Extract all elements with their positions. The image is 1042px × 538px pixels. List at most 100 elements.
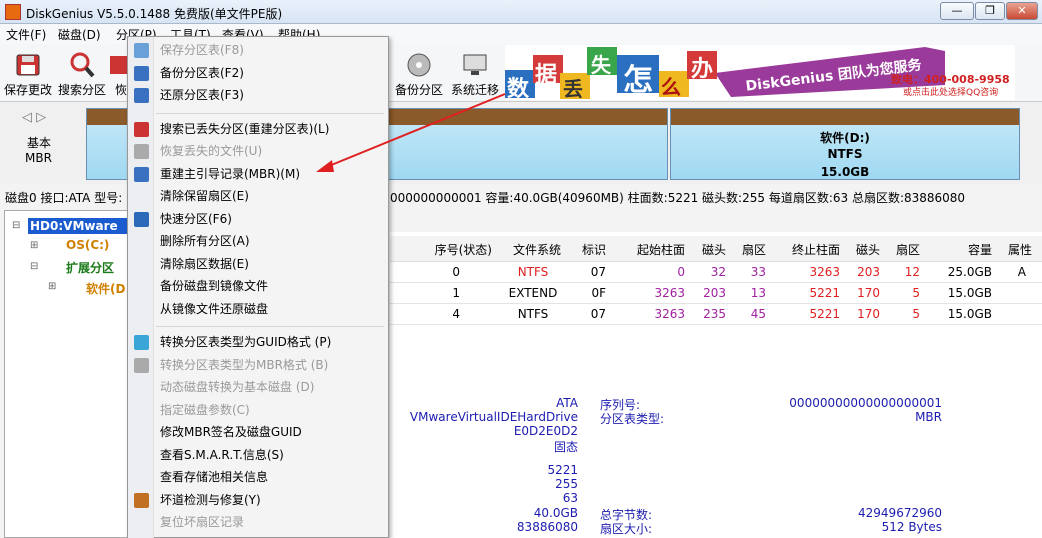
col-header[interactable]: 文件系统 [505, 241, 561, 258]
col-header[interactable]: 扇区 [890, 241, 920, 258]
restore-button[interactable]: ❐ [975, 2, 1005, 20]
search-partition-button[interactable]: 搜索分区 [54, 48, 110, 98]
detail-id: E0D2E0D2 [513, 424, 578, 438]
detail-total-sectors: 83886080 [516, 520, 578, 534]
table-cell: 0 [452, 265, 460, 279]
context-menu-item[interactable]: 快速分区(F6) [160, 210, 232, 227]
context-menu-item[interactable]: 备份分区表(F2) [160, 64, 244, 81]
context-menu-item[interactable]: 坏道检测与修复(Y) [160, 491, 261, 508]
partition-block-software[interactable]: 软件(D:) NTFS 15.0GB [670, 108, 1020, 180]
table-cell: 33 [750, 265, 766, 279]
save-changes-button[interactable]: 保存更改 [0, 48, 56, 98]
col-header[interactable]: 容量 [930, 241, 992, 258]
table-cell: NTFS [517, 265, 549, 279]
menu-item-icon [134, 211, 149, 227]
detail-table-type: MBR [915, 410, 942, 424]
context-menu-item[interactable]: 还原分区表(F3) [160, 86, 244, 103]
col-header[interactable]: 终止柱面 [770, 241, 840, 258]
context-menu-item[interactable]: 重建主引导记录(MBR)(M) [160, 165, 300, 182]
partition-size: 15.0GB [820, 165, 870, 179]
table-cell: 5 [912, 286, 920, 300]
col-header[interactable]: 扇区 [736, 241, 766, 258]
col-header[interactable]: 磁头 [696, 241, 726, 258]
search-icon [70, 52, 95, 78]
context-menu-item[interactable]: 清除保留扇区(E) [160, 187, 249, 204]
toolbar-label: 保存更改 [3, 83, 52, 97]
col-header[interactable]: 序号(状态) [428, 241, 492, 258]
save-icon [16, 54, 40, 76]
tree-expander[interactable]: ⊟ [12, 220, 20, 231]
table-cell: 3263 [809, 265, 840, 279]
detail-total-bytes: 42949672960 [858, 506, 942, 520]
col-header[interactable]: 属性 [1000, 241, 1032, 258]
table-cell: 13 [750, 286, 766, 300]
table-cell: 4 [452, 307, 460, 321]
table-cell: A [1017, 265, 1026, 279]
table-cell: 235 [703, 307, 726, 321]
table-cell: NTFS [517, 307, 549, 321]
banner-char: 数 [507, 77, 530, 102]
table-cell: 5221 [809, 307, 840, 321]
context-menu-item[interactable]: 删除所有分区(A) [160, 232, 250, 249]
detail-interface: ATA [556, 396, 578, 410]
banner-char: 丢 [563, 77, 583, 101]
context-menu-item[interactable]: 搜索已丢失分区(重建分区表)(L) [160, 120, 329, 137]
context-menu-item[interactable]: 转换分区表类型为GUID格式 (P) [160, 333, 331, 350]
annotation-arrow [316, 93, 506, 172]
tree-expander[interactable]: ⊞ [30, 240, 38, 251]
migrate-icon [463, 54, 487, 75]
menu-item-icon [134, 65, 149, 81]
partition-fs: NTFS [827, 147, 863, 161]
toolbar-label: 搜索分区 [57, 83, 106, 97]
banner-char: 么 [661, 75, 681, 99]
context-menu-item[interactable]: 修改MBR签名及磁盘GUID [160, 423, 302, 440]
context-menu-item[interactable]: 清除扇区数据(E) [160, 255, 249, 272]
detail-serial: 00000000000000000001 [789, 396, 942, 410]
close-button[interactable]: ✕ [1006, 2, 1038, 20]
context-menu-item[interactable]: 备份磁盘到镜像文件 [160, 277, 268, 294]
tree-node-hd0[interactable]: HD0:VMware [28, 218, 130, 234]
menu-separator [156, 326, 384, 327]
tree-expander[interactable]: ⊞ [48, 281, 56, 292]
table-cell: 5 [912, 307, 920, 321]
banner-char: 办 [691, 57, 714, 82]
menu-disk[interactable]: 磁盘(D) [58, 26, 101, 43]
col-header[interactable]: 磁头 [850, 241, 880, 258]
minimize-button[interactable]: — [940, 2, 974, 20]
context-menu-icon-gutter [128, 37, 154, 538]
recover-button[interactable]: 恢 [108, 48, 128, 98]
disk-nav-arrows[interactable]: ◁ ▷ [22, 110, 46, 125]
detail-heads: 255 [555, 477, 578, 491]
detail-model: VMwareVirtualIDEHardDrive [409, 410, 578, 424]
table-cell: 1 [452, 286, 460, 300]
tree-node-os[interactable]: OS(C:) [66, 238, 109, 252]
tree-node-software[interactable]: 软件(D [86, 280, 130, 297]
context-menu-item: 指定磁盘参数(C) [160, 402, 250, 417]
tree-expander[interactable]: ⊟ [30, 261, 38, 272]
context-menu-item: 恢复丢失的文件(U) [160, 144, 263, 158]
table-cell: 5221 [809, 286, 840, 300]
menu-item-icon [134, 335, 149, 350]
menu-item-icon [134, 144, 149, 159]
tree-node-extended[interactable]: 扩展分区 [66, 259, 114, 276]
partition-header [671, 109, 1019, 125]
table-cell: 3263 [654, 307, 685, 321]
detail-label-sector-size: 扇区大小: [600, 522, 653, 536]
col-header[interactable]: 起始柱面 [615, 241, 685, 258]
context-menu-item[interactable]: 从镜像文件还原磁盘 [160, 300, 268, 317]
table-cell: 3263 [654, 286, 685, 300]
menu-file[interactable]: 文件(F) [6, 26, 46, 43]
table-cell: 45 [750, 307, 766, 321]
table-cell: 15.0GB [947, 286, 992, 300]
col-header[interactable]: 标识 [578, 241, 606, 258]
context-menu-item[interactable]: 查看存储池相关信息 [160, 468, 268, 485]
table-cell: 12 [904, 265, 920, 279]
menu-item-icon [134, 492, 149, 508]
context-menu-item: 动态磁盘转换为基本磁盘 (D) [160, 380, 315, 394]
banner-char: 失 [591, 53, 611, 77]
toolbar-label: 恢 [114, 83, 127, 97]
partition-name: 软件(D:) [820, 131, 870, 145]
promo-banner[interactable]: 数 据 丢 失 怎 么 办 DiskGenius 团队为您服务 致电：400-0… [505, 45, 1015, 102]
app-icon [5, 4, 21, 20]
context-menu-item[interactable]: 查看S.M.A.R.T.信息(S) [160, 446, 284, 463]
